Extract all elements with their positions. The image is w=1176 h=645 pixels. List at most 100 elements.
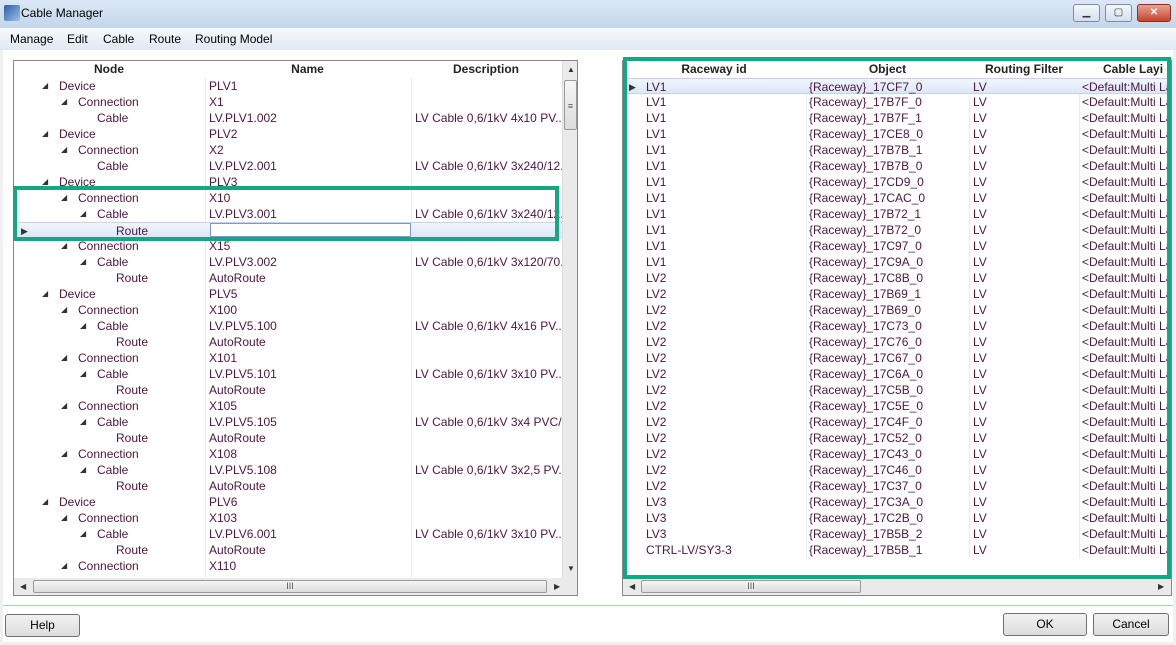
column-header-description[interactable]: Description bbox=[411, 61, 561, 78]
menu-edit[interactable]: Edit bbox=[67, 32, 88, 46]
name-cell[interactable]: LV.PLV2.001 bbox=[209, 158, 409, 174]
tree-row[interactable]: Route AutoRoute bbox=[14, 430, 562, 446]
name-cell[interactable]: LV.PLV3.002 bbox=[209, 254, 409, 270]
expander-icon[interactable]: ◢ bbox=[42, 286, 48, 302]
tree-row[interactable]: ◢ Cable LV.PLV5.100 LV Cable 0,6/1kV 4x16 P… bbox=[14, 318, 562, 334]
name-cell[interactable]: X100 bbox=[209, 302, 409, 318]
expander-icon[interactable]: ◢ bbox=[61, 142, 67, 158]
tree-row[interactable]: ◢ Connection X1 bbox=[14, 94, 562, 110]
scrollbar-thumb[interactable]: III bbox=[641, 580, 861, 593]
tree-row[interactable]: ◢ Connection X103 bbox=[14, 510, 562, 526]
expander-icon[interactable]: ◢ bbox=[80, 526, 86, 542]
menu-routing-model[interactable]: Routing Model bbox=[195, 32, 272, 46]
tree-row[interactable]: ◢ Cable LV.PLV6.001 LV Cable 0,6/1kV 3x10 P… bbox=[14, 526, 562, 542]
name-cell[interactable]: PLV2 bbox=[209, 126, 409, 142]
horizontal-scrollbar[interactable]: ◀ III ▶ bbox=[14, 578, 577, 595]
name-cell[interactable]: AutoRoute bbox=[209, 542, 409, 558]
menu-manage[interactable]: Manage bbox=[10, 32, 53, 46]
tree-row[interactable]: Route AutoRoute bbox=[14, 270, 562, 286]
tree-row[interactable]: ◢ Device PLV1 bbox=[14, 78, 562, 94]
description-cell bbox=[415, 446, 562, 462]
column-header-name[interactable]: Name bbox=[205, 61, 410, 78]
name-cell[interactable]: LV.PLV6.001 bbox=[209, 526, 409, 542]
expander-icon[interactable]: ◢ bbox=[61, 558, 67, 574]
tree-row[interactable]: Cable LV.PLV2.001 LV Cable 0,6/1kV 3x240/1… bbox=[14, 158, 562, 174]
name-cell[interactable]: X108 bbox=[209, 446, 409, 462]
scroll-right-icon[interactable]: ▶ bbox=[554, 582, 560, 591]
tree-row[interactable]: Route AutoRoute bbox=[14, 542, 562, 558]
name-cell[interactable]: X101 bbox=[209, 350, 409, 366]
name-cell[interactable]: PLV6 bbox=[209, 494, 409, 510]
maximize-button[interactable]: ▢ bbox=[1105, 4, 1132, 22]
expander-icon[interactable]: ◢ bbox=[61, 446, 67, 462]
expander-icon[interactable]: ◢ bbox=[42, 78, 48, 94]
ok-button[interactable]: OK bbox=[1003, 613, 1087, 636]
vertical-scrollbar[interactable]: ▲ ≡ ▼ bbox=[562, 61, 577, 578]
horizontal-scrollbar[interactable]: ◀ III ▶ bbox=[623, 578, 1171, 595]
tree-row[interactable]: ◢ Device PLV5 bbox=[14, 286, 562, 302]
expander-icon[interactable]: ◢ bbox=[80, 462, 86, 478]
tree-row[interactable]: ◢ Connection X100 bbox=[14, 302, 562, 318]
tree-row[interactable]: ◢ Cable LV.PLV5.101 LV Cable 0,6/1kV 3x10 P… bbox=[14, 366, 562, 382]
tree-row[interactable]: ◢ Cable LV.PLV5.105 LV Cable 0,6/1kV 3x4 PV… bbox=[14, 414, 562, 430]
name-cell[interactable]: LV.PLV1.002 bbox=[209, 110, 409, 126]
scroll-left-icon[interactable]: ◀ bbox=[629, 582, 635, 591]
scroll-down-icon[interactable]: ▼ bbox=[567, 564, 575, 573]
expander-icon[interactable]: ◢ bbox=[42, 126, 48, 142]
tree-row[interactable]: ◢ Connection X2 bbox=[14, 142, 562, 158]
expander-icon[interactable]: ◢ bbox=[80, 366, 86, 382]
name-cell[interactable]: AutoRoute bbox=[209, 382, 409, 398]
menu-cable[interactable]: Cable bbox=[103, 32, 134, 46]
expander-icon[interactable]: ◢ bbox=[61, 94, 67, 110]
scrollbar-thumb[interactable]: III bbox=[33, 580, 547, 593]
expander-icon[interactable]: ◢ bbox=[61, 302, 67, 318]
name-cell[interactable]: AutoRoute bbox=[209, 478, 409, 494]
tree-row[interactable]: ◢ Cable LV.PLV5.108 LV Cable 0,6/1kV 3x2,5 … bbox=[14, 462, 562, 478]
node-label: Route bbox=[116, 543, 149, 557]
name-cell[interactable]: LV.PLV5.108 bbox=[209, 462, 409, 478]
tree-row[interactable]: Route AutoRoute bbox=[14, 334, 562, 350]
name-cell[interactable]: AutoRoute bbox=[209, 270, 409, 286]
tree-row[interactable]: ◢ Connection X105 bbox=[14, 398, 562, 414]
tree-row[interactable]: ◢ Device PLV6 bbox=[14, 494, 562, 510]
expander-icon[interactable]: ◢ bbox=[80, 318, 86, 334]
scroll-right-icon[interactable]: ▶ bbox=[1158, 582, 1164, 591]
expander-icon[interactable]: ◢ bbox=[80, 254, 86, 270]
expander-icon[interactable]: ◢ bbox=[61, 398, 67, 414]
tree-row[interactable]: ◢ Connection X110 bbox=[14, 558, 562, 574]
name-cell[interactable]: X103 bbox=[209, 510, 409, 526]
scroll-left-icon[interactable]: ◀ bbox=[20, 582, 26, 591]
tree-row[interactable]: ◢ Device PLV2 bbox=[14, 126, 562, 142]
minimize-button[interactable]: ▁ bbox=[1073, 4, 1100, 22]
tree-row[interactable]: Route AutoRoute bbox=[14, 382, 562, 398]
name-cell[interactable]: LV.PLV5.105 bbox=[209, 414, 409, 430]
name-cell[interactable]: AutoRoute bbox=[209, 334, 409, 350]
column-header-node[interactable]: Node bbox=[14, 61, 204, 78]
expander-icon[interactable]: ◢ bbox=[80, 414, 86, 430]
tree-row[interactable]: Route AutoRoute bbox=[14, 478, 562, 494]
node-label: Connection bbox=[78, 351, 139, 365]
name-cell[interactable]: X1 bbox=[209, 94, 409, 110]
scrollbar-thumb[interactable]: ≡ bbox=[564, 80, 577, 130]
close-button[interactable]: ✕ bbox=[1137, 4, 1171, 22]
help-button[interactable]: Help bbox=[5, 614, 80, 637]
name-cell[interactable]: PLV5 bbox=[209, 286, 409, 302]
tree-row[interactable]: Cable LV.PLV1.002 LV Cable 0,6/1kV 4x10 PV… bbox=[14, 110, 562, 126]
tree-row[interactable]: ◢ Cable LV.PLV3.002 LV Cable 0,6/1kV 3x120/… bbox=[14, 254, 562, 270]
description-cell: LV Cable 0,6/1kV 3x2,5 PV... bbox=[415, 463, 562, 477]
name-cell[interactable]: X105 bbox=[209, 398, 409, 414]
name-cell[interactable]: X2 bbox=[209, 142, 409, 158]
scroll-up-icon[interactable]: ▲ bbox=[567, 65, 575, 74]
name-cell[interactable]: PLV1 bbox=[209, 78, 409, 94]
tree-row[interactable]: ◢ Connection X108 bbox=[14, 446, 562, 462]
expander-icon[interactable]: ◢ bbox=[42, 494, 48, 510]
name-cell[interactable]: X110 bbox=[209, 558, 409, 574]
menu-route[interactable]: Route bbox=[149, 32, 181, 46]
tree-row[interactable]: ◢ Connection X101 bbox=[14, 350, 562, 366]
expander-icon[interactable]: ◢ bbox=[61, 510, 67, 526]
name-cell[interactable]: AutoRoute bbox=[209, 430, 409, 446]
name-cell[interactable]: LV.PLV5.100 bbox=[209, 318, 409, 334]
cancel-button[interactable]: Cancel bbox=[1093, 613, 1169, 636]
expander-icon[interactable]: ◢ bbox=[61, 350, 67, 366]
name-cell[interactable]: LV.PLV5.101 bbox=[209, 366, 409, 382]
